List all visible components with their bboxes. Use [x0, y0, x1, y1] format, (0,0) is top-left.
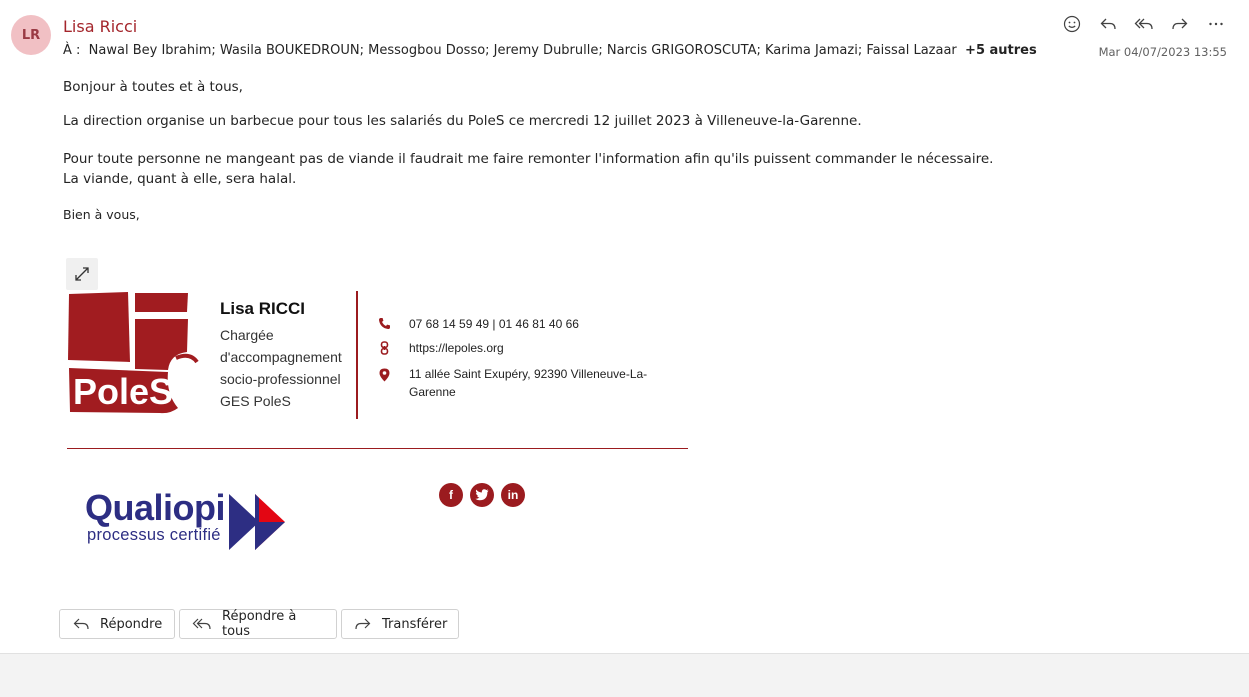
greeting-text: Bonjour à toutes et à tous,	[63, 79, 243, 95]
forward-button-label: Transférer	[382, 616, 448, 632]
linkedin-icon[interactable]: in	[501, 483, 525, 507]
reading-pane-footer	[0, 653, 1249, 697]
signature-company: GES PoleS	[220, 393, 291, 409]
sender-avatar[interactable]: LR	[11, 15, 51, 55]
forward-icon	[354, 616, 372, 632]
to-prefix: À :	[63, 43, 81, 58]
forward-button[interactable]: Transférer	[341, 609, 459, 639]
signature-separator	[67, 448, 688, 449]
reply-all-icon	[192, 616, 212, 632]
reply-all-icon[interactable]	[1131, 12, 1157, 36]
message-toolbar	[1059, 12, 1229, 36]
qualiopi-logo: Qualiopi processus certifié	[85, 488, 289, 552]
contact-website-row: https://lepoles.org	[377, 341, 504, 355]
reply-all-button-label: Répondre à tous	[222, 609, 297, 639]
phone-icon	[377, 317, 391, 330]
emoji-icon[interactable]	[1059, 12, 1085, 36]
signature-divider	[356, 291, 358, 419]
reply-icon	[72, 616, 90, 632]
link-icon	[377, 341, 391, 355]
twitter-icon[interactable]	[470, 483, 494, 507]
body-paragraph-2-line-2: La viande, quant à elle, sera halal.	[63, 171, 297, 187]
closing-text: Bien à vous,	[63, 207, 140, 222]
social-links: f in	[439, 483, 525, 507]
more-icon[interactable]	[1203, 12, 1229, 36]
contact-phone-row: 07 68 14 59 49 | 01 46 81 40 66	[377, 317, 579, 331]
qualiopi-subtitle: processus certifié	[87, 526, 221, 544]
contact-address: 11 allée Saint Exupéry, 92390 Villeneuve…	[409, 365, 647, 401]
forward-icon[interactable]	[1167, 12, 1193, 36]
signature-name: Lisa RICCI	[220, 299, 306, 318]
signature-role-line-3: socio-professionnel	[220, 371, 341, 387]
message-actions: Répondre Répondre à tous Transférer	[59, 609, 459, 639]
contact-address-line-2: Garenne	[409, 385, 456, 399]
contact-address-line-1: 11 allée Saint Exupéry, 92390 Villeneuve…	[409, 367, 648, 381]
recipients-line: À : Nawal Bey Ibrahim; Wasila BOUKEDROUN…	[63, 43, 1037, 58]
reply-icon[interactable]	[1095, 12, 1121, 36]
reply-all-button[interactable]: Répondre à tous	[179, 609, 337, 639]
body-paragraph-2-line-1: Pour toute personne ne mangeant pas de v…	[63, 151, 994, 167]
location-pin-icon	[377, 368, 391, 382]
signature-role-line-2: d'accompagnement	[220, 349, 342, 365]
facebook-icon[interactable]: f	[439, 483, 463, 507]
expand-image-icon[interactable]	[66, 258, 98, 290]
sender-name[interactable]: Lisa Ricci	[63, 17, 137, 36]
message-date: Mar 04/07/2023 13:55	[1098, 45, 1227, 59]
qualiopi-arrows-icon	[229, 494, 285, 550]
poles-logo-text: PoleS	[73, 371, 173, 412]
qualiopi-wordmark: Qualiopi	[85, 487, 226, 528]
signature-role: Chargée d'accompagnement socio-professio…	[220, 324, 355, 412]
recipients-list[interactable]: Nawal Bey Ibrahim; Wasila BOUKEDROUN; Me…	[89, 43, 957, 58]
reply-button[interactable]: Répondre	[59, 609, 175, 639]
signature-role-line-1: Chargée	[220, 327, 274, 343]
contact-website[interactable]: https://lepoles.org	[409, 341, 504, 355]
poles-logo: PoleS	[66, 290, 201, 419]
body-paragraph-1: La direction organise un barbecue pour t…	[63, 113, 862, 129]
contact-phone[interactable]: 07 68 14 59 49 | 01 46 81 40 66	[409, 317, 579, 331]
contact-address-row: 11 allée Saint Exupéry, 92390 Villeneuve…	[377, 365, 647, 401]
reply-button-label: Répondre	[100, 616, 163, 632]
more-recipients-link[interactable]: +5 autres	[965, 43, 1037, 58]
